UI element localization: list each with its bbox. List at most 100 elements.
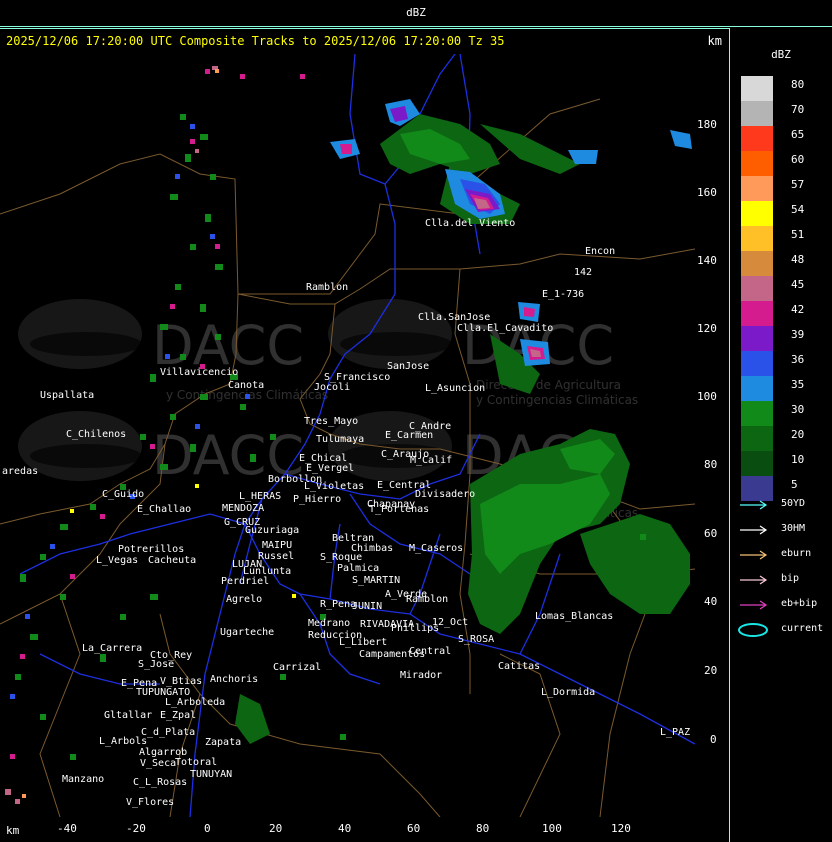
place-label: Palmica [337,563,379,574]
product-title: 2025/12/06 17:20:00 UTC Composite Tracks… [6,34,505,48]
place-label: Cacheuta [148,555,196,566]
watermark-line1: Dirección de Agricultura [476,378,621,392]
place-label: Gltallar [104,710,152,721]
x-tick-label: 100 [542,822,562,835]
track-legend-label: 30HM [781,523,806,534]
place-label: TUNUYAN [190,769,232,780]
place-label: Clla.SanJose [418,312,490,323]
place-label: Uspallata [40,390,94,401]
track-legend-label: bip [781,573,800,584]
scale-swatch [741,251,773,276]
place-label: L_Violetas [304,481,364,492]
place-label: L_HERAS [239,491,281,502]
place-label: V_Btias [160,676,202,687]
scale-swatch [741,126,773,151]
place-label: Ugarteche [220,627,274,638]
scale-swatch [741,376,773,401]
track-legend-label: current [781,623,824,634]
place-label: E_Challao [137,504,191,515]
y-tick-label: 20 [704,664,718,677]
place-label: Ramblon [306,282,348,293]
place-label: Central [409,646,451,657]
y-tick-label: 100 [697,390,717,403]
scale-swatch [741,101,773,126]
place-label: L_Vegas [96,555,138,566]
place-label: E_Vergel [306,463,354,474]
place-label: 12_Oct [432,617,468,628]
map-header: 2025/12/06 17:20:00 UTC Composite Tracks… [0,28,728,54]
x-tick-label: -40 [57,822,77,835]
track-arrow-icon [740,500,768,510]
scale-label: 10 [791,453,805,466]
place-label: Perdriel [221,576,269,587]
place-label: L_Asuncion [425,383,485,394]
place-label: Chapanay [367,499,415,510]
place-label: SanJose [387,361,429,372]
place-label: E_1-736 [542,289,584,300]
scale-swatch [741,426,773,451]
place-label: S_ROSA [458,634,494,645]
window-title: dBZ [406,6,426,19]
x-tick-label: 0 [204,822,211,835]
y-tick-label: 160 [697,186,717,199]
scale-swatch [741,176,773,201]
place-label: Divisadero [415,489,475,500]
watermark-line2: y Contingencias Climáticas [476,393,638,407]
track-arrow-icon [740,600,768,610]
scale-label: 36 [791,353,805,366]
place-label: L_Libert [339,637,387,648]
track-legend-item: eburn [738,546,832,564]
track-legend-item: bip [738,571,832,589]
scale-swatch [741,451,773,476]
place-label: V_Flores [126,797,174,808]
place-label: P_Hierro [293,494,341,505]
place-label: Medrano [308,618,350,629]
place-label: Totoral [175,757,217,768]
place-label: Clla.del Viento [425,218,515,229]
place-label: 142 [574,267,592,278]
scale-label: 30 [791,403,805,416]
scale-label: 54 [791,203,805,216]
place-label: Potrerillos [118,544,184,555]
place-label: Carrizal [273,662,321,673]
legend-title: dBZ [771,48,791,61]
scale-swatch [741,76,773,101]
current-storm-icon [738,623,768,637]
place-label: L_Arbols [99,736,147,747]
radar-map[interactable]: DACC DACC Dirección de Agricultura y Con… [0,54,695,817]
place-label: Manzano [62,774,104,785]
place-label: Jocoli [314,382,350,393]
y-tick-label: 180 [697,118,717,131]
x-tick-label: 80 [476,822,490,835]
place-label: Clla.El_Cavadito [457,323,553,334]
y-tick-label: 140 [697,254,717,267]
scale-label: 35 [791,378,805,391]
track-legend-label: eb+bip [781,598,818,609]
place-label: S_Jose [138,659,174,670]
place-label: Encon [585,246,615,257]
track-arrow-icon [740,575,768,585]
x-tick-label: 60 [407,822,421,835]
place-label: Canota [228,380,264,391]
place-label: L_Arboleda [165,697,225,708]
track-legend-label: eburn [781,548,812,559]
track-legend-item: current [738,621,832,639]
scale-swatch [741,276,773,301]
scale-swatch [741,326,773,351]
scale-label: 45 [791,278,805,291]
place-label: M_Caseros [409,543,463,554]
x-tick-label: -20 [126,822,146,835]
y-tick-label: 40 [704,595,718,608]
place-label: R_Pena [320,599,356,610]
scale-swatch [741,301,773,326]
scale-swatch [741,226,773,251]
track-arrow-icon [740,525,768,535]
place-label: Catitas [498,661,540,672]
place-label: Lomas_Blancas [535,611,613,622]
place-label: Tulumaya [316,434,364,445]
window-title-bar: dBZ [0,0,832,27]
place-label: Villavicencio [160,367,238,378]
place-label: Agrelo [226,594,262,605]
scale-swatch [741,401,773,426]
place-label: L_PAZ [660,727,690,738]
